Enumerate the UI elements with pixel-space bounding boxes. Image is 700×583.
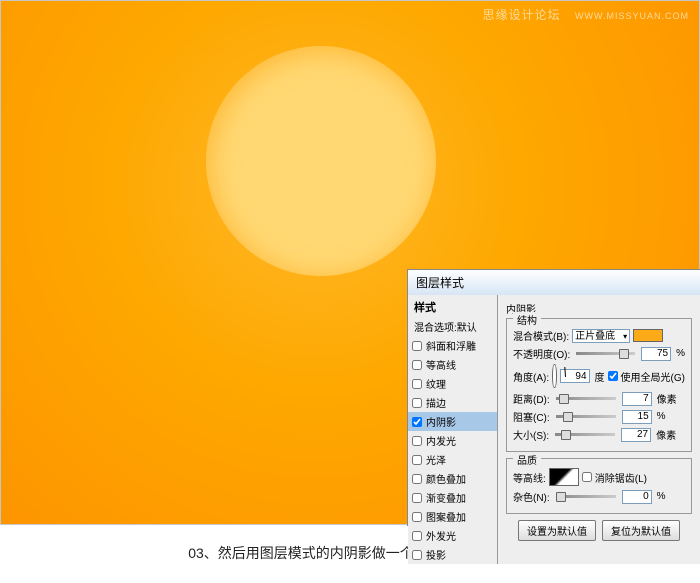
checkbox-icon[interactable] (412, 455, 422, 465)
size-input[interactable] (621, 428, 651, 442)
contour-picker[interactable] (549, 468, 579, 486)
style-inner-shadow[interactable]: 内阴影 (408, 412, 497, 431)
set-default-button[interactable]: 设置为默认值 (518, 520, 596, 541)
choke-label: 阻塞(C): (513, 409, 550, 424)
quality-legend: 品质 (513, 452, 541, 467)
structure-legend: 结构 (513, 312, 541, 327)
style-inner-glow[interactable]: 内发光 (408, 431, 497, 450)
contour-label: 等高线: (513, 470, 546, 485)
choke-slider[interactable] (556, 415, 616, 418)
angle-dial[interactable] (552, 364, 556, 388)
noise-slider[interactable] (556, 495, 616, 498)
opacity-slider[interactable] (576, 352, 635, 355)
blending-options-default[interactable]: 混合选项:默认 (408, 317, 497, 336)
opacity-input[interactable] (641, 347, 671, 361)
degree-unit: 度 (595, 369, 605, 384)
styles-sidebar: 样式 混合选项:默认 斜面和浮雕 等高线 纹理 描边 内阴影 内发光 光泽 颜色… (408, 295, 498, 564)
px-unit: 像素 (657, 391, 677, 406)
px-unit: 像素 (656, 427, 676, 442)
checkbox-icon[interactable] (412, 341, 422, 351)
pct-unit: % (657, 411, 666, 422)
layer-style-dialog: 图层样式 样式 混合选项:默认 斜面和浮雕 等高线 纹理 描边 内阴影 内发光 … (407, 269, 700, 526)
watermark-site: WWW.MISSYUAN.COM (575, 11, 689, 21)
style-satin[interactable]: 光泽 (408, 450, 497, 469)
checkbox-icon[interactable] (412, 550, 422, 560)
opacity-label: 不透明度(O): (513, 346, 570, 361)
canvas-preview: 思缘设计论坛 WWW.MISSYUAN.COM 图层样式 样式 混合选项:默认 … (0, 0, 700, 525)
pct-unit: % (676, 348, 685, 359)
global-light-label: 使用全局光(G) (621, 369, 685, 384)
size-slider[interactable] (555, 433, 615, 436)
structure-group: 结构 混合模式(B): 正片叠底 不透明度(O): % (506, 318, 692, 452)
blend-mode-label: 混合模式(B): (513, 328, 569, 343)
settings-panel: 内阴影 结构 混合模式(B): 正片叠底 不透明度(O): % (498, 295, 700, 564)
style-drop-shadow[interactable]: 投影 (408, 545, 497, 564)
shadow-color-swatch[interactable] (633, 329, 663, 342)
noise-input[interactable] (622, 490, 652, 504)
checkbox-icon[interactable] (412, 398, 422, 408)
distance-label: 距离(D): (513, 391, 550, 406)
angle-label: 角度(A): (513, 369, 549, 384)
checkbox-icon[interactable] (412, 379, 422, 389)
distance-input[interactable] (622, 392, 652, 406)
size-label: 大小(S): (513, 427, 549, 442)
style-gradient-overlay[interactable]: 渐变叠加 (408, 488, 497, 507)
style-outer-glow[interactable]: 外发光 (408, 526, 497, 545)
style-pattern-overlay[interactable]: 图案叠加 (408, 507, 497, 526)
antialias-checkbox[interactable] (582, 472, 592, 482)
watermark-name: 思缘设计论坛 (483, 8, 561, 22)
global-light-checkbox[interactable] (608, 371, 618, 381)
painted-circle (206, 46, 436, 276)
style-contour[interactable]: 等高线 (408, 355, 497, 374)
checkbox-icon[interactable] (412, 417, 422, 427)
blend-mode-select[interactable]: 正片叠底 (572, 329, 630, 343)
style-stroke[interactable]: 描边 (408, 393, 497, 412)
sidebar-header[interactable]: 样式 (408, 295, 497, 317)
choke-input[interactable] (622, 410, 652, 424)
quality-group: 品质 等高线: 消除锯齿(L) 杂色(N): % (506, 458, 692, 514)
watermark: 思缘设计论坛 WWW.MISSYUAN.COM (483, 6, 689, 23)
reset-default-button[interactable]: 复位为默认值 (602, 520, 680, 541)
checkbox-icon[interactable] (412, 360, 422, 370)
style-texture[interactable]: 纹理 (408, 374, 497, 393)
checkbox-icon[interactable] (412, 493, 422, 503)
pct-unit: % (657, 491, 666, 502)
antialias-label: 消除锯齿(L) (595, 470, 647, 485)
dialog-title[interactable]: 图层样式 (408, 270, 700, 295)
checkbox-icon[interactable] (412, 436, 422, 446)
distance-slider[interactable] (556, 397, 616, 400)
style-color-overlay[interactable]: 颜色叠加 (408, 469, 497, 488)
checkbox-icon[interactable] (412, 531, 422, 541)
checkbox-icon[interactable] (412, 512, 422, 522)
style-bevel-emboss[interactable]: 斜面和浮雕 (408, 336, 497, 355)
noise-label: 杂色(N): (513, 489, 550, 504)
checkbox-icon[interactable] (412, 474, 422, 484)
